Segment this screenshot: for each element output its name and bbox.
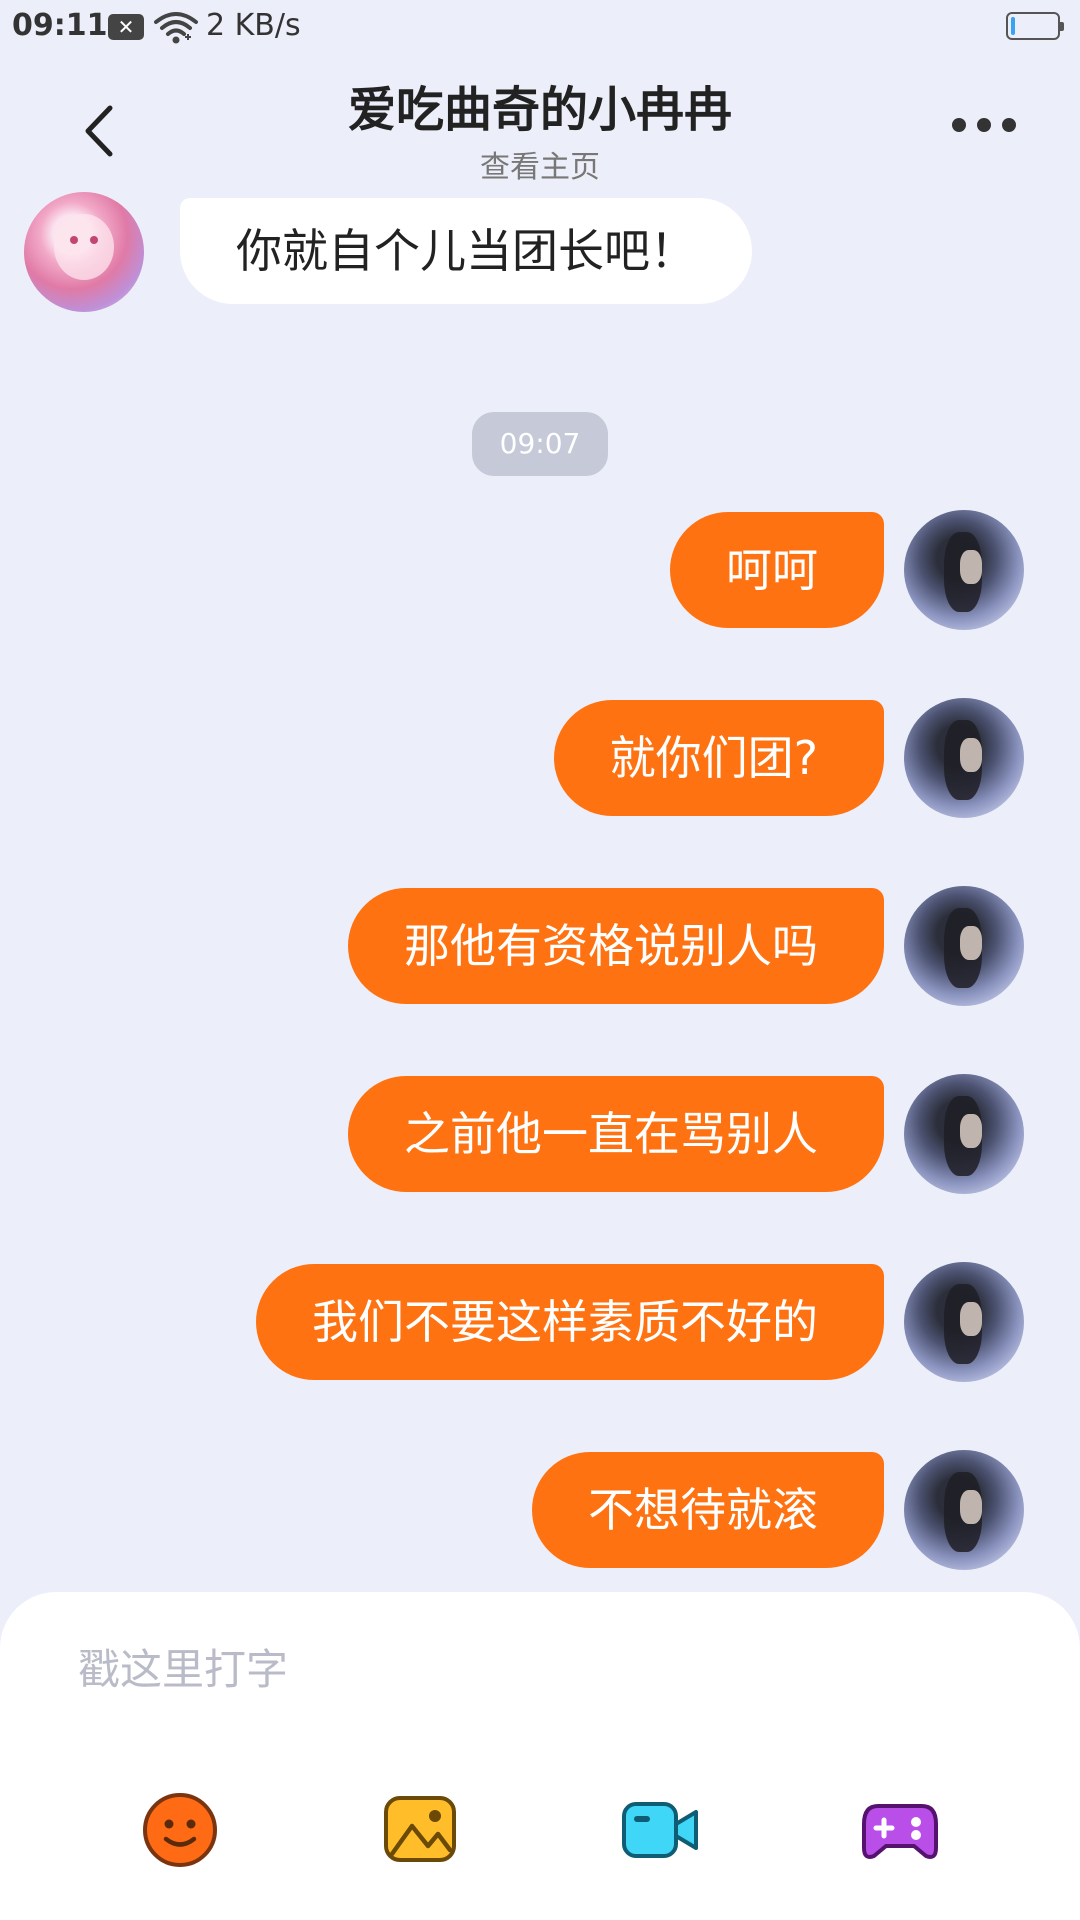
contact-avatar[interactable] bbox=[24, 192, 144, 312]
battery-icon bbox=[1006, 12, 1064, 40]
chat-header: 爱吃曲奇的小冉冉 查看主页 bbox=[0, 60, 1080, 190]
battery-level bbox=[1011, 17, 1015, 35]
outgoing-message-bubble: 之前他一直在骂别人 bbox=[348, 1076, 884, 1192]
more-options-button[interactable] bbox=[952, 110, 1016, 140]
my-avatar[interactable] bbox=[904, 886, 1024, 1006]
emoji-icon bbox=[143, 1793, 217, 1867]
image-button[interactable] bbox=[380, 1790, 460, 1870]
outgoing-message-row: 我们不要这样素质不好的 bbox=[0, 1262, 1080, 1384]
message-input[interactable]: 戳这里打字 bbox=[78, 1640, 978, 1700]
close-box-icon: ✕ bbox=[108, 14, 144, 40]
outgoing-message-row: 之前他一直在骂别人 bbox=[0, 1074, 1080, 1196]
chat-title: 爱吃曲奇的小冉冉 bbox=[347, 82, 732, 138]
outgoing-message-row: 就你们团? bbox=[0, 698, 1080, 820]
outgoing-message-bubble: 就你们团? bbox=[553, 700, 884, 816]
outgoing-message-bubble: 呵呵 bbox=[670, 512, 884, 628]
status-time: 09:11 bbox=[12, 8, 108, 43]
outgoing-message-row: 呵呵 bbox=[0, 510, 1080, 632]
outgoing-message-row: 不想待就滚 bbox=[0, 1450, 1080, 1572]
my-avatar[interactable] bbox=[904, 698, 1024, 818]
input-toolbar bbox=[0, 1790, 1080, 1870]
gamepad-icon bbox=[862, 1804, 938, 1859]
game-button[interactable] bbox=[860, 1790, 940, 1870]
wifi-icon bbox=[154, 12, 198, 44]
incoming-message-bubble: 你就自个儿当团长吧！ bbox=[180, 198, 752, 304]
my-avatar[interactable] bbox=[904, 1450, 1024, 1570]
more-dots-icon bbox=[952, 118, 966, 132]
view-profile-link[interactable]: 查看主页 bbox=[0, 142, 1080, 186]
outgoing-message-bubble: 不想待就滚 bbox=[532, 1452, 884, 1568]
my-avatar[interactable] bbox=[904, 1262, 1024, 1382]
outgoing-message-bubble: 我们不要这样素质不好的 bbox=[256, 1264, 884, 1380]
status-bar: 09:11 ✕ 2 KB/s bbox=[0, 0, 1080, 56]
my-avatar[interactable] bbox=[904, 510, 1024, 630]
emoji-button[interactable] bbox=[140, 1790, 220, 1870]
network-speed: 2 KB/s bbox=[206, 8, 301, 43]
input-panel: 戳这里打字 bbox=[0, 1592, 1080, 1920]
outgoing-message-bubble: 那他有资格说别人吗 bbox=[348, 888, 884, 1004]
my-avatar[interactable] bbox=[904, 1074, 1024, 1194]
outgoing-message-row: 那他有资格说别人吗 bbox=[0, 886, 1080, 1008]
video-button[interactable] bbox=[620, 1790, 700, 1870]
image-icon bbox=[384, 1796, 456, 1862]
video-camera-icon bbox=[622, 1802, 698, 1858]
message-timestamp: 09:07 bbox=[472, 412, 608, 476]
